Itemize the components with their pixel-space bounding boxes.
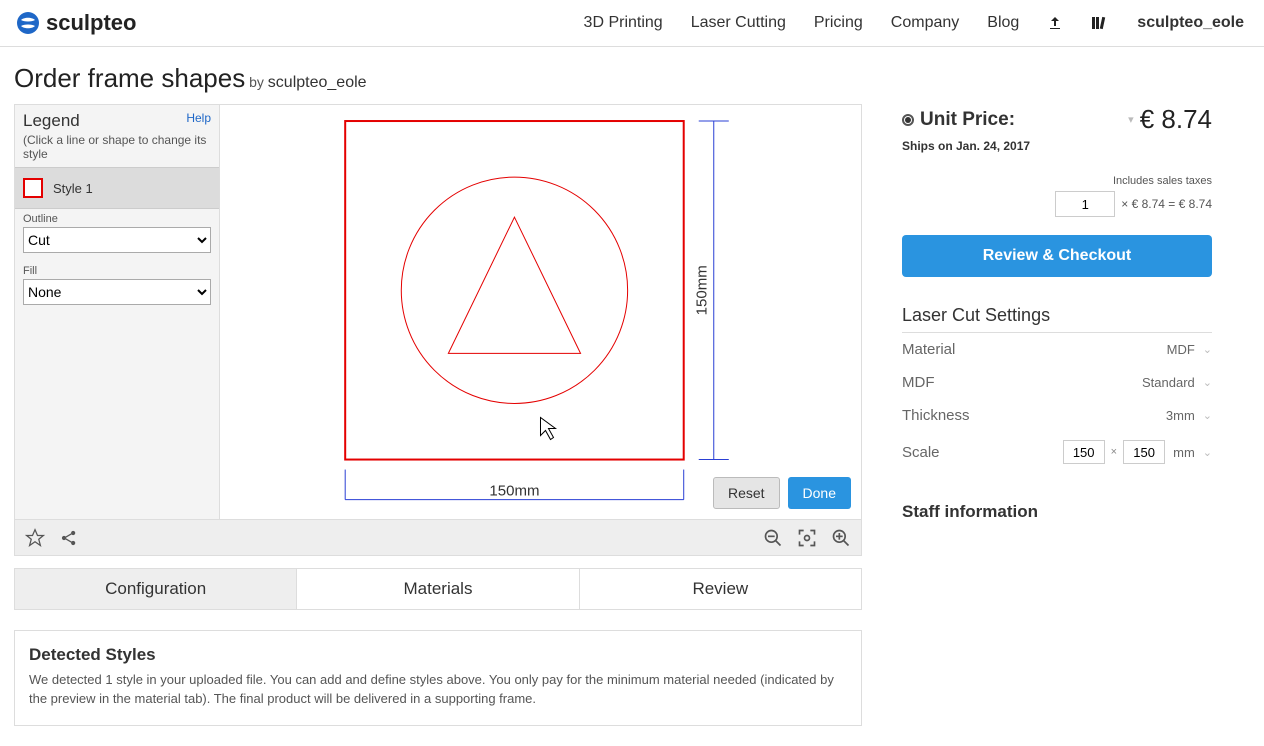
detected-title: Detected Styles [29,645,847,665]
page-title-row: Order frame shapes by sculpteo_eole [0,47,1264,104]
viewer-toolbar [14,520,862,556]
nav-pricing[interactable]: Pricing [814,14,863,32]
zoom-in-icon[interactable] [831,528,851,548]
upload-icon[interactable] [1047,15,1063,31]
main-nav: 3D Printing Laser Cutting Pricing Compan… [584,14,1244,32]
nav-3d-printing[interactable]: 3D Printing [584,14,663,32]
tax-note: Includes sales taxes [902,175,1212,187]
library-icon[interactable] [1091,15,1109,31]
price-label: Unit Price: [920,109,1015,131]
brand-logo[interactable]: sculpteo [16,10,136,36]
tab-configuration[interactable]: Configuration [14,568,297,610]
pricing-panel: Unit Price: ▾ € 8.74 Ships on Jan. 24, 2… [902,104,1212,522]
nav-laser-cutting[interactable]: Laser Cutting [691,14,786,32]
chevron-down-icon[interactable]: ▾ [1128,113,1134,126]
style-row[interactable]: Style 1 [15,167,219,209]
chevron-down-icon[interactable]: ⌄ [1203,446,1212,459]
nav-blog[interactable]: Blog [987,14,1019,32]
setting-thickness[interactable]: Thickness 3mm ⌄ [902,399,1212,432]
page-author[interactable]: sculpteo_eole [268,74,367,91]
canvas-area[interactable]: 150mm 150mm Reset Done [220,105,861,519]
scale-height-input[interactable] [1123,440,1165,464]
staff-info-title[interactable]: Staff information [902,502,1212,522]
setting-scale: Scale × mm ⌄ [902,432,1212,472]
chevron-down-icon: ⌄ [1203,409,1212,422]
tabs: Configuration Materials Review [14,568,862,610]
fit-screen-icon[interactable] [797,528,817,548]
ship-date: Ships on Jan. 24, 2017 [902,139,1212,153]
outline-select[interactable]: Cut [23,227,211,253]
style-swatch [23,178,43,198]
settings-title: Laser Cut Settings [902,305,1212,333]
reset-button[interactable]: Reset [713,477,780,509]
scale-label: Scale [902,444,940,461]
legend-hint: (Click a line or shape to change its sty… [23,133,211,161]
svg-text:150mm: 150mm [694,265,711,315]
tab-materials[interactable]: Materials [297,568,579,610]
tab-review[interactable]: Review [580,568,862,610]
unit-price-radio[interactable] [902,114,914,126]
material-value: MDF [1167,342,1195,357]
fill-label: Fill [23,265,211,277]
fill-select[interactable]: None [23,279,211,305]
scale-unit: mm [1173,445,1195,460]
nav-company[interactable]: Company [891,14,959,32]
detected-text: We detected 1 style in your uploaded fil… [29,671,847,709]
price-calc: × € 8.74 = € 8.74 [1121,197,1212,211]
price-value: € 8.74 [1140,104,1212,135]
style-label: Style 1 [53,181,93,196]
done-button[interactable]: Done [788,477,851,509]
app-header: sculpteo 3D Printing Laser Cutting Prici… [0,0,1264,47]
viewer-panel: Legend Help (Click a line or shape to ch… [14,104,862,520]
mdf-value: Standard [1142,375,1195,390]
scale-times: × [1111,446,1117,458]
design-canvas: 150mm 150mm [220,105,861,522]
material-label: Material [902,341,955,358]
chevron-down-icon: ⌄ [1203,376,1212,389]
thickness-label: Thickness [902,407,970,424]
page-by: by [249,74,264,90]
setting-material[interactable]: Material MDF ⌄ [902,333,1212,366]
star-icon[interactable] [25,528,45,548]
nav-user[interactable]: sculpteo_eole [1137,14,1244,32]
detected-styles-box: Detected Styles We detected 1 style in y… [14,630,862,726]
brand-name: sculpteo [46,10,136,36]
mdf-label: MDF [902,374,935,391]
share-icon[interactable] [59,528,79,548]
zoom-out-icon[interactable] [763,528,783,548]
setting-mdf[interactable]: MDF Standard ⌄ [902,366,1212,399]
svg-text:150mm: 150mm [489,483,539,500]
checkout-button[interactable]: Review & Checkout [902,235,1212,277]
legend-title: Legend [23,111,80,131]
chevron-down-icon: ⌄ [1203,343,1212,356]
sculpteo-logo-icon [16,11,40,35]
legend-panel: Legend Help (Click a line or shape to ch… [15,105,220,519]
scale-width-input[interactable] [1063,440,1105,464]
outline-label: Outline [23,213,211,225]
quantity-input[interactable] [1055,191,1115,217]
thickness-value: 3mm [1166,408,1195,423]
page-title: Order frame shapes [14,63,245,93]
legend-help-link[interactable]: Help [186,111,211,125]
